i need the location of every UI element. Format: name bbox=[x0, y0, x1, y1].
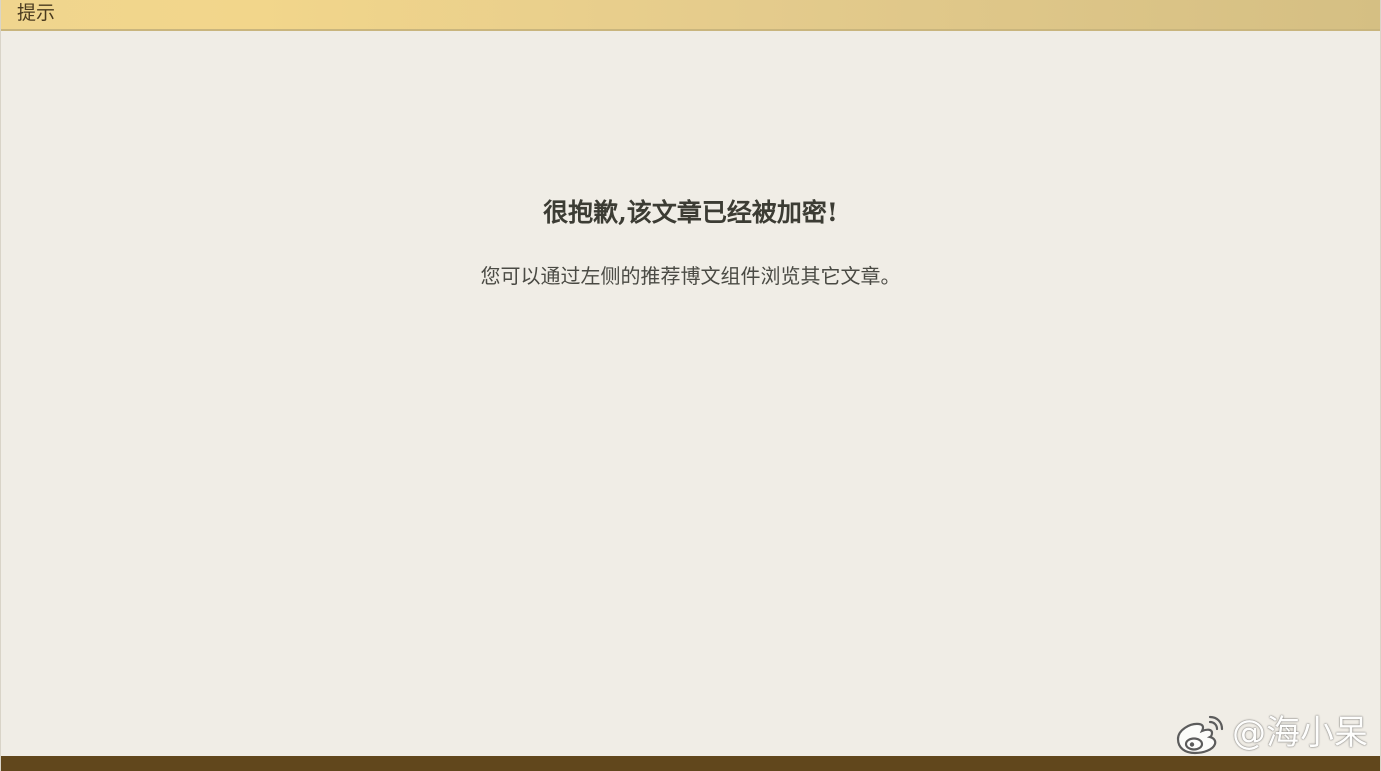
page: 提示 很抱歉,该文章已经被加密! 您可以通过左侧的推荐博文组件浏览其它文章。 @… bbox=[0, 0, 1381, 771]
footer-bar bbox=[1, 756, 1380, 771]
weibo-icon bbox=[1172, 711, 1228, 755]
notice-header: 提示 bbox=[1, 0, 1380, 31]
notice-description: 您可以通过左侧的推荐博文组件浏览其它文章。 bbox=[480, 264, 901, 288]
watermark-text: @海小呆 bbox=[1232, 713, 1368, 753]
header-title: 提示 bbox=[17, 2, 56, 24]
notice-title: 很抱歉,该文章已经被加密! bbox=[543, 198, 838, 227]
watermark: @海小呆 bbox=[1172, 710, 1368, 756]
notice-message: 很抱歉,该文章已经被加密! 您可以通过左侧的推荐博文组件浏览其它文章。 bbox=[1, 196, 1380, 290]
